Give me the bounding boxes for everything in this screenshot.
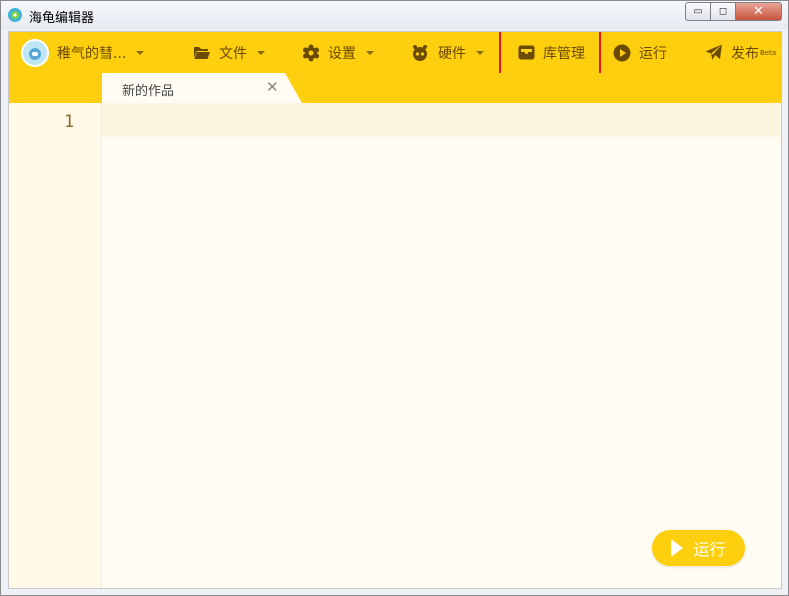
tab-label: 新的作品 — [122, 84, 175, 99]
menu-publish-label: 发布 — [731, 45, 759, 62]
menu-file-label: 文件 — [219, 45, 247, 62]
menu-settings-label: 设置 — [328, 45, 356, 62]
menu-file[interactable]: 文件 — [193, 32, 265, 73]
beta-badge: Beta — [760, 48, 777, 57]
user-menu[interactable]: 稚气的彗... — [21, 32, 145, 73]
close-icon: ✕ — [753, 4, 764, 19]
chevron-down-icon — [366, 50, 374, 55]
folder-icon — [194, 47, 210, 59]
menu-hardware-label: 硬件 — [438, 45, 466, 62]
maximize-icon: ◻ — [718, 6, 728, 17]
close-tab-icon[interactable]: ✕ — [266, 78, 279, 96]
menu-publish[interactable]: 发布 Beta — [705, 32, 776, 73]
title-bar[interactable]: 海龟编辑器 ▭ ◻ ✕ — [1, 1, 788, 29]
user-name: 稚气的彗... — [57, 45, 127, 62]
minimize-button[interactable]: ▭ — [685, 2, 711, 21]
window-controls: ▭ ◻ ✕ — [685, 2, 782, 21]
line-gutter — [9, 103, 102, 588]
close-button[interactable]: ✕ — [736, 2, 782, 21]
paper-plane-icon — [705, 44, 722, 60]
menu-run[interactable]: 运行 — [613, 32, 667, 73]
line-number: 1 — [64, 112, 75, 132]
app-logo-icon — [8, 8, 22, 22]
play-circle-icon — [613, 44, 631, 61]
tab-new-work[interactable]: 新的作品 ✕ — [102, 73, 302, 103]
avatar — [21, 38, 49, 67]
client-area: 稚气的彗... 文件 设置 硬件 库管理 运行 发布 Beta 新的作品 ✕ 1… — [8, 31, 782, 589]
menu-hardware[interactable]: 硬件 — [410, 32, 484, 73]
tab-bar: 新的作品 ✕ — [9, 73, 781, 103]
robot-icon — [413, 45, 427, 61]
run-button[interactable]: 运行 — [652, 530, 745, 566]
menu-bar: 稚气的彗... 文件 设置 硬件 库管理 运行 发布 Beta — [9, 32, 781, 81]
run-button-label: 运行 — [693, 540, 726, 559]
menu-settings[interactable]: 设置 — [302, 32, 374, 73]
active-line[interactable] — [102, 103, 781, 137]
minimize-icon: ▭ — [693, 6, 703, 17]
gear-icon — [303, 44, 319, 61]
play-icon — [671, 539, 684, 557]
menu-run-label: 运行 — [639, 45, 667, 62]
chevron-down-icon — [136, 50, 145, 55]
app-window: 海龟编辑器 ▭ ◻ ✕ 稚气的彗... 文件 设置 硬件 库管理 运行 发布 B… — [0, 0, 789, 596]
chevron-down-icon — [476, 50, 484, 55]
window-title: 海龟编辑器 — [29, 11, 95, 26]
code-editor[interactable] — [102, 137, 781, 588]
maximize-button[interactable]: ◻ — [711, 2, 736, 21]
chevron-down-icon — [257, 50, 265, 55]
